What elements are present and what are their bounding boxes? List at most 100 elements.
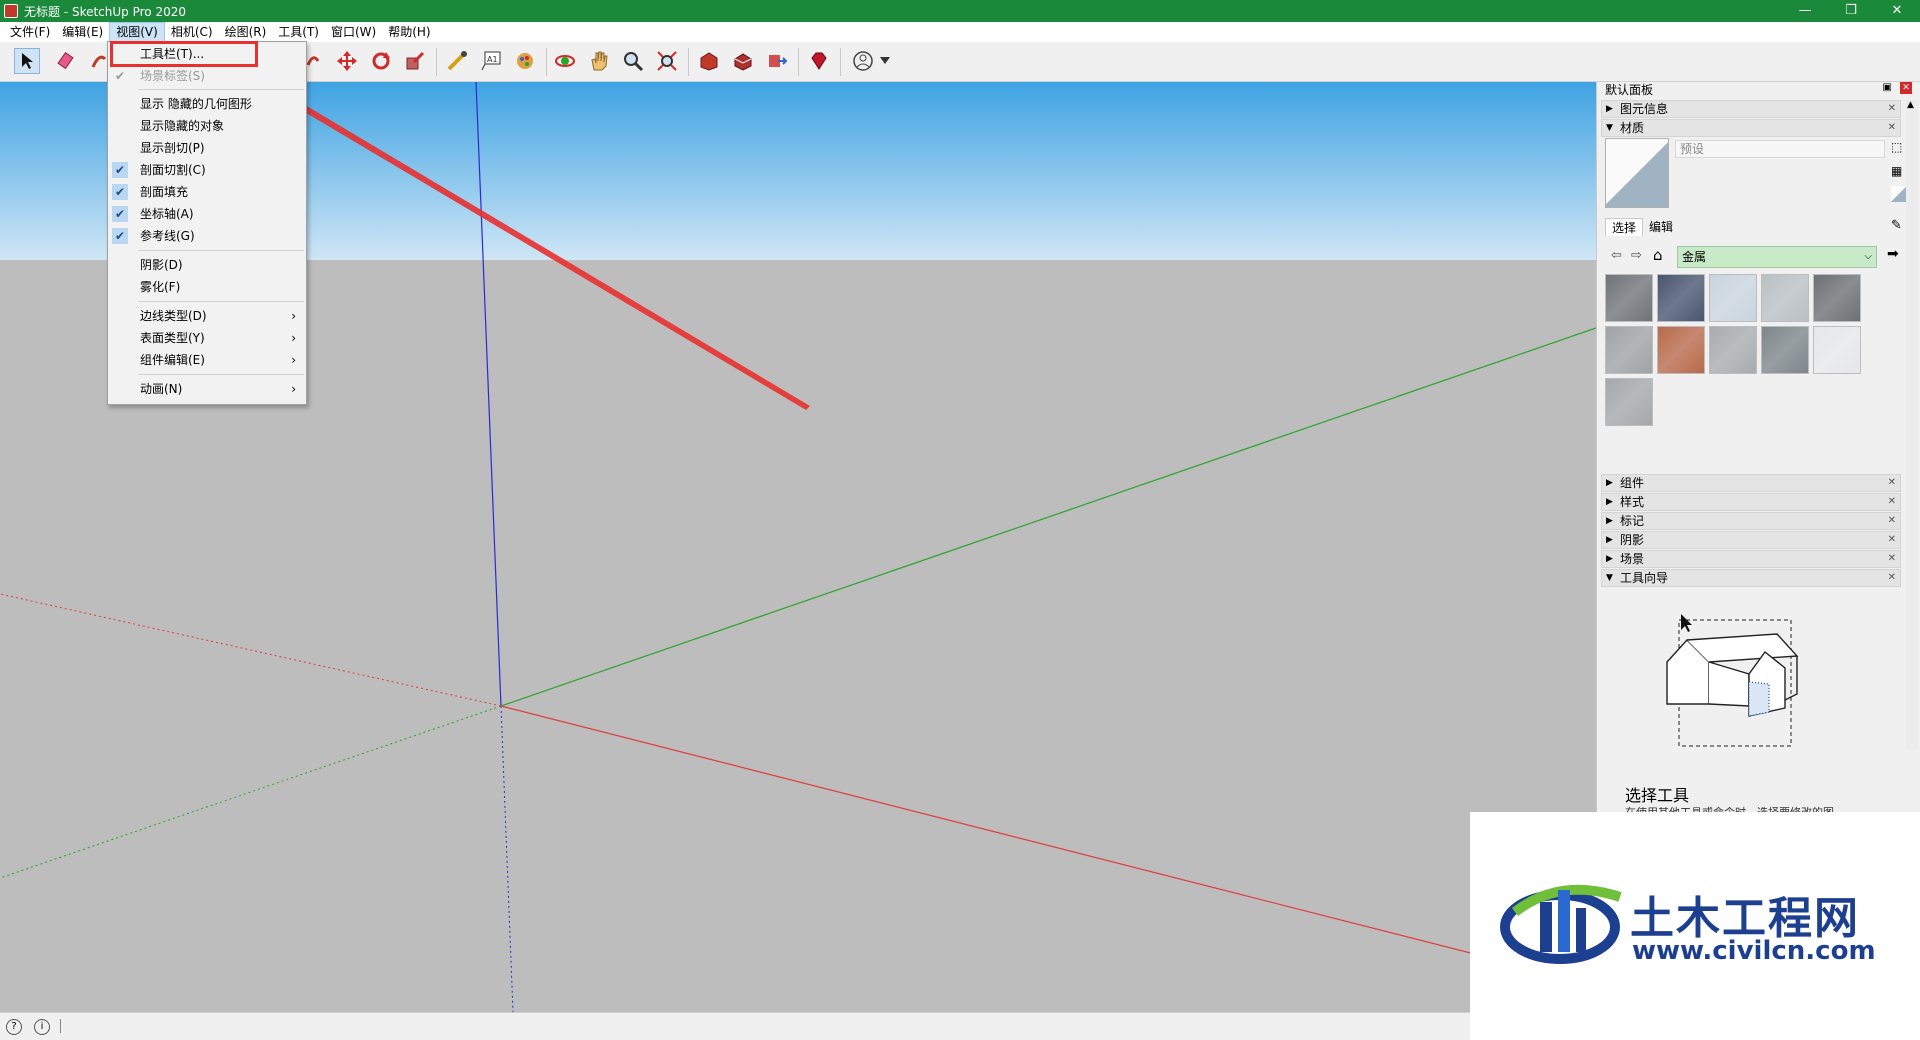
window-title: 无标题 - SketchUp Pro 2020 bbox=[24, 4, 186, 19]
menu-item-guides[interactable]: ✔ 参考线(G) bbox=[108, 225, 306, 247]
menu-camera[interactable]: 相机(C) bbox=[165, 22, 219, 42]
forward-arrow-icon[interactable]: ⇨ bbox=[1631, 248, 1642, 263]
collapse-arrow-icon: ▼ bbox=[1606, 123, 1613, 133]
expand-arrow-icon: ▶ bbox=[1606, 516, 1613, 526]
material-swatch[interactable] bbox=[1709, 326, 1757, 374]
close-button[interactable]: ✕ bbox=[1874, 0, 1920, 22]
minimize-button[interactable]: — bbox=[1782, 0, 1828, 22]
watermark-url: www.civilcn.com bbox=[1632, 936, 1876, 966]
home-icon[interactable]: ⌂ bbox=[1653, 246, 1663, 264]
menu-item-axes[interactable]: ✔ 坐标轴(A) bbox=[108, 203, 306, 225]
geo-location-icon[interactable]: ? bbox=[6, 1019, 22, 1035]
account-dropdown-icon[interactable] bbox=[878, 48, 892, 74]
menu-item-fog[interactable]: 雾化(F) bbox=[108, 276, 306, 298]
section-styles[interactable]: ▶ 样式 ✕ bbox=[1601, 493, 1901, 511]
section-materials[interactable]: ▼ 材质 ✕ bbox=[1601, 119, 1901, 137]
section-close-icon[interactable]: ✕ bbox=[1888, 101, 1896, 117]
extension-icon[interactable] bbox=[730, 48, 756, 74]
material-swatch[interactable] bbox=[1605, 378, 1653, 426]
section-components[interactable]: ▶ 组件 ✕ bbox=[1601, 474, 1901, 492]
menu-item-hidden-objects[interactable]: 显示隐藏的对象 bbox=[108, 115, 306, 137]
tab-select[interactable]: 选择 bbox=[1605, 218, 1644, 236]
menu-item-section-planes[interactable]: 显示剖切(P) bbox=[108, 137, 306, 159]
move-icon[interactable] bbox=[334, 48, 360, 74]
menu-help[interactable]: 帮助(H) bbox=[382, 22, 436, 42]
menu-bar: 文件(F) 编辑(E) 视图(V) 相机(C) 绘图(R) 工具(T) 窗口(W… bbox=[0, 22, 1920, 42]
collapse-arrow-icon: ▼ bbox=[1606, 573, 1613, 583]
restore-button[interactable]: ❐ bbox=[1828, 0, 1874, 22]
view-menu-dropdown: 工具栏(T)... ✔ 场景标签(S) 显示 隐藏的几何图形 显示隐藏的对象 显… bbox=[107, 41, 307, 405]
checkmark-icon: ✔ bbox=[112, 206, 128, 222]
tray-scrollbar[interactable]: ▲ bbox=[1906, 100, 1918, 750]
eyedropper-icon[interactable]: ✎ bbox=[1891, 218, 1902, 233]
menu-item-hidden-geometry[interactable]: 显示 隐藏的几何图形 bbox=[108, 93, 306, 115]
menu-item-shadows[interactable]: 阴影(D) bbox=[108, 254, 306, 276]
pin-icon[interactable]: ▣ bbox=[1883, 82, 1892, 93]
material-library-select[interactable]: 金属 ⌵ bbox=[1677, 246, 1877, 268]
section-scenes[interactable]: ▶ 场景 ✕ bbox=[1601, 550, 1901, 568]
status-bar: ? i bbox=[0, 1012, 1470, 1040]
section-close-icon[interactable]: ✕ bbox=[1888, 494, 1896, 510]
section-close-icon[interactable]: ✕ bbox=[1888, 551, 1896, 567]
ruby-icon[interactable] bbox=[806, 48, 832, 74]
menu-item-edge-style[interactable]: 边线类型(D) › bbox=[108, 305, 306, 327]
section-instructor[interactable]: ▼ 工具向导 ✕ bbox=[1601, 569, 1901, 587]
pan-icon[interactable] bbox=[586, 48, 612, 74]
menu-window[interactable]: 窗口(W) bbox=[325, 22, 382, 42]
details-arrow-icon[interactable]: ➡ bbox=[1887, 246, 1899, 262]
section-tags[interactable]: ▶ 标记 ✕ bbox=[1601, 512, 1901, 530]
section-close-icon[interactable]: ✕ bbox=[1888, 570, 1896, 586]
create-material-icon[interactable]: ⬚ bbox=[1891, 140, 1902, 154]
material-name-input[interactable]: 预设 bbox=[1675, 140, 1885, 158]
menu-file[interactable]: 文件(F) bbox=[4, 22, 56, 42]
menu-edit[interactable]: 编辑(E) bbox=[56, 22, 109, 42]
account-icon[interactable] bbox=[850, 48, 876, 74]
tab-edit[interactable]: 编辑 bbox=[1643, 218, 1679, 236]
menu-item-component-edit[interactable]: 组件编辑(E) › bbox=[108, 349, 306, 371]
eraser-icon[interactable] bbox=[54, 48, 80, 74]
material-swatch[interactable] bbox=[1657, 274, 1705, 322]
material-swatch[interactable] bbox=[1605, 326, 1653, 374]
menu-item-section-cuts[interactable]: ✔ 剖面切割(C) bbox=[108, 159, 306, 181]
section-close-icon[interactable]: ✕ bbox=[1888, 475, 1896, 491]
section-close-icon[interactable]: ✕ bbox=[1888, 120, 1896, 136]
material-swatch[interactable] bbox=[1657, 326, 1705, 374]
zoom-extents-icon[interactable] bbox=[654, 48, 680, 74]
menu-item-face-style[interactable]: 表面类型(Y) › bbox=[108, 327, 306, 349]
blue-axis bbox=[475, 82, 502, 707]
send-icon[interactable] bbox=[764, 48, 790, 74]
material-swatch[interactable] bbox=[1813, 274, 1861, 322]
info-icon[interactable]: i bbox=[34, 1019, 50, 1035]
menu-tools[interactable]: 工具(T) bbox=[272, 22, 325, 42]
scroll-up-icon[interactable]: ▲ bbox=[1907, 100, 1914, 110]
material-swatch[interactable] bbox=[1709, 274, 1757, 322]
checkmark-icon: ✔ bbox=[112, 162, 128, 178]
select-icon[interactable] bbox=[14, 48, 40, 74]
orbit-icon[interactable] bbox=[552, 48, 578, 74]
menu-view[interactable]: 视图(V) bbox=[109, 22, 165, 42]
back-arrow-icon[interactable]: ⇦ bbox=[1611, 248, 1622, 263]
blue-axis-dotted bbox=[500, 705, 514, 1012]
section-shadows[interactable]: ▶ 阴影 ✕ bbox=[1601, 531, 1901, 549]
tray-close-icon[interactable]: ✕ bbox=[1900, 82, 1912, 94]
material-swatch[interactable] bbox=[1605, 274, 1653, 322]
section-close-icon[interactable]: ✕ bbox=[1888, 513, 1896, 529]
annotation-highlight-box bbox=[110, 41, 258, 67]
tape-measure-icon[interactable] bbox=[444, 48, 470, 74]
section-close-icon[interactable]: ✕ bbox=[1888, 532, 1896, 548]
rotate-icon[interactable] bbox=[368, 48, 394, 74]
zoom-icon[interactable] bbox=[620, 48, 646, 74]
material-swatch[interactable] bbox=[1761, 274, 1809, 322]
material-cube-icon[interactable]: ▦ bbox=[1891, 164, 1902, 178]
menu-item-animation[interactable]: 动画(N) › bbox=[108, 378, 306, 400]
menu-draw[interactable]: 绘图(R) bbox=[219, 22, 273, 42]
warehouse-icon[interactable] bbox=[696, 48, 722, 74]
default-material-icon[interactable] bbox=[1891, 186, 1907, 202]
scale-icon[interactable] bbox=[402, 48, 428, 74]
text-icon[interactable]: A1 bbox=[478, 48, 504, 74]
paint-bucket-icon[interactable] bbox=[512, 48, 538, 74]
material-swatch[interactable] bbox=[1761, 326, 1809, 374]
material-swatch[interactable] bbox=[1813, 326, 1861, 374]
section-entity-info[interactable]: ▶ 图元信息 ✕ bbox=[1601, 100, 1901, 118]
menu-item-section-fill[interactable]: ✔ 剖面填充 bbox=[108, 181, 306, 203]
